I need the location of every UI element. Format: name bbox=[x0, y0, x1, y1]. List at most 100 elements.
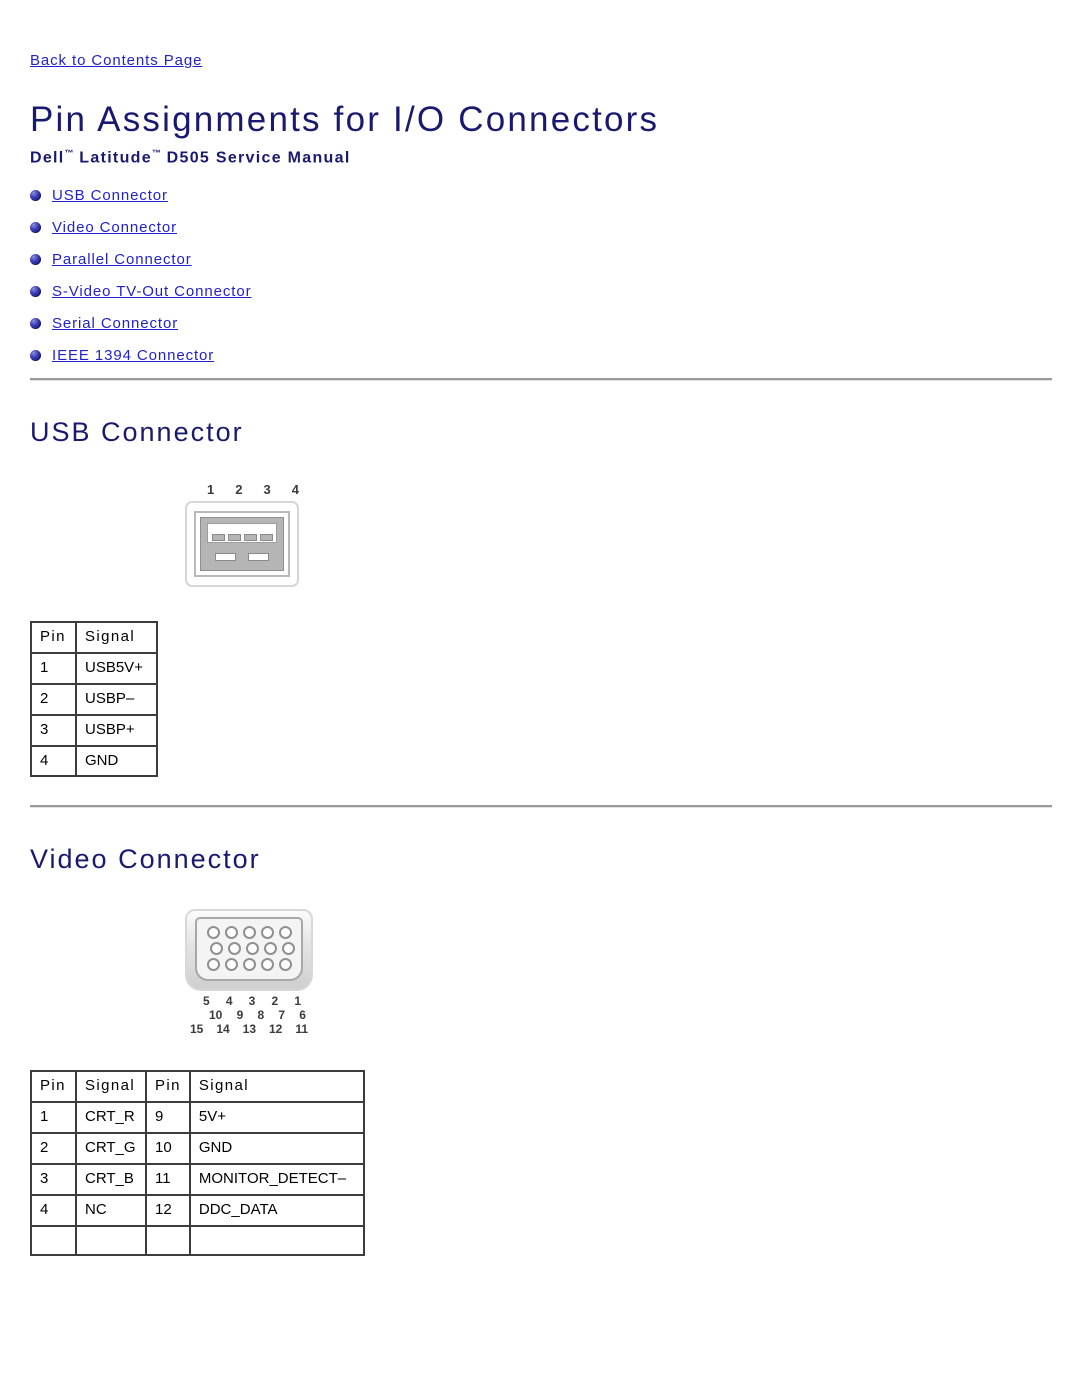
cell-pin-right: 12 bbox=[145, 1193, 189, 1225]
vga-hole bbox=[278, 925, 292, 939]
column-header-pin-right: Pin bbox=[145, 1069, 189, 1101]
table-row: 3 USBP+ bbox=[30, 713, 158, 745]
table-row: 2 USBP– bbox=[30, 682, 158, 714]
vga-pin-number: 3 bbox=[248, 993, 256, 1008]
cell-pin-left: 4 bbox=[30, 1193, 75, 1225]
vga-pin-number: 9 bbox=[236, 1007, 244, 1022]
table-row: 4 NC 12 DDC_DATA bbox=[30, 1193, 365, 1225]
blue-sphere-bullet-icon bbox=[30, 254, 41, 266]
back-to-contents-link[interactable]: Back to Contents Page bbox=[30, 52, 202, 69]
vga-hole bbox=[227, 941, 241, 955]
page-title: Pin Assignments for I/O Connectors bbox=[30, 100, 660, 139]
sidebar-item-ieee1394-connector[interactable]: IEEE 1394 Connector bbox=[52, 346, 214, 366]
vga-pin-number: 6 bbox=[299, 1007, 306, 1022]
sidebar-item-video-connector[interactable]: Video Connector bbox=[52, 218, 177, 238]
vga-pin-number: 12 bbox=[268, 1021, 283, 1036]
usb-port-outer-shell bbox=[185, 500, 299, 587]
cell-pin-right bbox=[145, 1224, 189, 1256]
cell-pin: 3 bbox=[30, 713, 75, 745]
usb-contact-pin bbox=[259, 533, 273, 541]
vga-hole bbox=[206, 957, 220, 971]
cell-signal-right: MONITOR_DETECT– bbox=[188, 1162, 365, 1194]
usb-port-contact-slot bbox=[207, 522, 277, 543]
vga-hole-row-bottom bbox=[197, 957, 301, 971]
vga-hole bbox=[281, 941, 295, 955]
trademark-icon-1: ™ bbox=[64, 148, 74, 159]
cell-signal-right bbox=[188, 1224, 365, 1256]
cell-pin-right: 10 bbox=[145, 1131, 189, 1163]
vga-pin-number: 11 bbox=[295, 1021, 308, 1036]
usb-port-lower-tabs bbox=[215, 552, 269, 561]
blue-sphere-bullet-icon bbox=[30, 190, 41, 202]
table-row-truncated bbox=[30, 1224, 365, 1256]
usb-pin-number: 4 bbox=[291, 481, 299, 497]
list-item[interactable]: IEEE 1394 Connector bbox=[30, 346, 1080, 366]
cell-pin: 4 bbox=[30, 744, 75, 777]
list-item[interactable]: Video Connector bbox=[30, 218, 1080, 238]
cell-pin: 2 bbox=[30, 682, 75, 714]
cell-pin: 1 bbox=[30, 651, 75, 683]
sidebar-item-serial-connector[interactable]: Serial Connector bbox=[52, 314, 178, 334]
vga-pin-number: 14 bbox=[216, 1021, 230, 1036]
vga-hole bbox=[242, 957, 256, 971]
usb-connector-diagram: 1 2 3 4 bbox=[185, 482, 1080, 587]
cell-signal-left bbox=[75, 1224, 145, 1256]
cell-pin-left: 2 bbox=[30, 1131, 75, 1163]
vga-hole bbox=[263, 941, 277, 955]
blue-sphere-bullet-icon bbox=[30, 222, 41, 234]
column-header-signal: Signal bbox=[75, 620, 158, 652]
column-header-signal-left: Signal bbox=[75, 1069, 145, 1101]
usb-contact-pin bbox=[243, 533, 257, 541]
cell-pin-left bbox=[30, 1224, 75, 1256]
cell-signal: GND bbox=[75, 744, 158, 777]
vga-hole bbox=[224, 957, 238, 971]
blue-sphere-bullet-icon bbox=[30, 318, 41, 330]
table-row: 1 CRT_R 9 5V+ bbox=[30, 1100, 365, 1132]
cell-signal-right: GND bbox=[188, 1131, 365, 1163]
vga-hole bbox=[209, 941, 223, 955]
cell-signal-right: 5V+ bbox=[188, 1100, 365, 1132]
vga-pin-number: 15 bbox=[190, 1021, 204, 1036]
list-item[interactable]: USB Connector bbox=[30, 186, 1080, 206]
subtitle-model: D505 Service Manual bbox=[160, 149, 351, 167]
usb-pin-number: 2 bbox=[235, 481, 243, 497]
connector-toc-list: USB Connector Video Connector Parallel C… bbox=[0, 186, 1080, 366]
table-row: 3 CRT_B 11 MONITOR_DETECT– bbox=[30, 1162, 365, 1194]
section-heading-video: Video Connector bbox=[30, 843, 261, 874]
sidebar-item-svideo-tvout-connector[interactable]: S-Video TV-Out Connector bbox=[52, 282, 251, 302]
vga-hole bbox=[245, 941, 259, 955]
vga-hole bbox=[242, 925, 256, 939]
vga-pin-number: 2 bbox=[271, 993, 279, 1008]
trademark-icon-2: ™ bbox=[151, 148, 161, 159]
section-divider bbox=[30, 804, 1052, 808]
vga-hole-row-top bbox=[197, 925, 301, 939]
vga-port-shell bbox=[185, 908, 313, 991]
vga-pin-number: 5 bbox=[203, 993, 210, 1008]
cell-signal-left: CRT_G bbox=[75, 1131, 145, 1163]
vga-pin-number: 13 bbox=[242, 1021, 257, 1036]
usb-pin-number: 1 bbox=[207, 481, 215, 497]
blue-sphere-bullet-icon bbox=[30, 350, 41, 362]
cell-signal: USBP– bbox=[75, 682, 158, 714]
cell-pin-right: 9 bbox=[145, 1100, 189, 1132]
vga-pin-number: 1 bbox=[294, 993, 301, 1008]
cell-signal: USBP+ bbox=[75, 713, 158, 745]
list-item[interactable]: S-Video TV-Out Connector bbox=[30, 282, 1080, 302]
vga-port-face bbox=[195, 916, 303, 981]
video-pin-assignment-table: Pin Signal Pin Signal 1 CRT_R 9 5V+ 2 CR… bbox=[30, 1069, 365, 1256]
usb-port-body bbox=[200, 516, 284, 571]
cell-pin-left: 3 bbox=[30, 1162, 75, 1194]
cell-pin-left: 1 bbox=[30, 1100, 75, 1132]
cell-signal-left: CRT_R bbox=[75, 1100, 145, 1132]
sidebar-item-usb-connector[interactable]: USB Connector bbox=[52, 186, 168, 206]
list-item[interactable]: Parallel Connector bbox=[30, 250, 1080, 270]
sidebar-item-parallel-connector[interactable]: Parallel Connector bbox=[52, 250, 192, 270]
page-subtitle: Dell™ Latitude™ D505 Service Manual bbox=[30, 148, 1080, 167]
usb-pin-assignment-table: Pin Signal 1 USB5V+ 2 USBP– 3 USBP+ 4 GN… bbox=[30, 620, 158, 777]
list-item[interactable]: Serial Connector bbox=[30, 314, 1080, 334]
vga-pin-number-labels: 5 4 3 2 1 10 9 8 7 6 15 14 13 12 11 bbox=[185, 994, 313, 1036]
vga-hole-row-middle bbox=[197, 941, 301, 955]
vga-pin-number: 8 bbox=[257, 1007, 265, 1022]
usb-tab bbox=[215, 552, 236, 561]
vga-label-row-middle: 10 9 8 7 6 bbox=[185, 1008, 313, 1022]
